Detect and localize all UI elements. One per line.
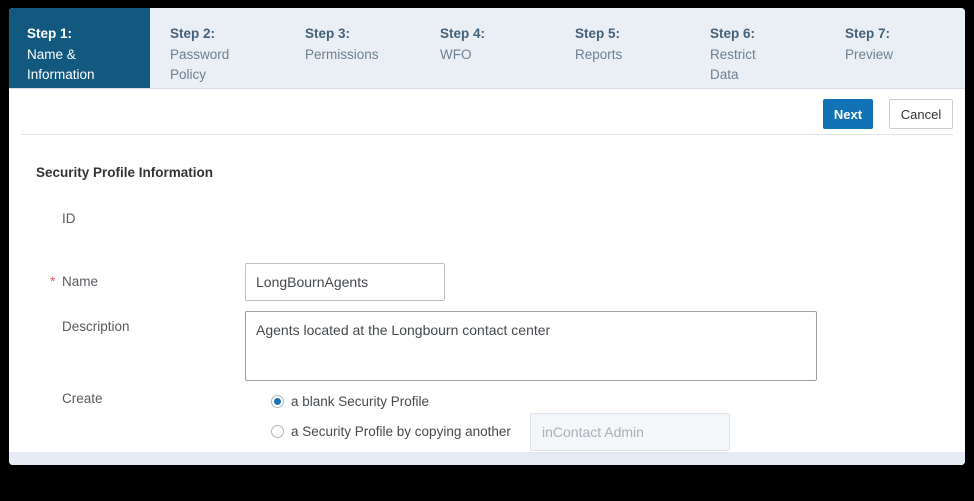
copy-source-select[interactable]: inContact Admin [530, 413, 730, 451]
create-option-blank-label[interactable]: a blank Security Profile [291, 394, 429, 409]
application-window: Step 1: Name & Information Step 2: Passw… [0, 0, 974, 501]
step-tab-4-number: Step 4: [440, 26, 486, 41]
step-tab-3-label: Permissions [305, 47, 379, 62]
step-tab-5[interactable]: Step 5: Reports [555, 8, 690, 88]
description-label: Description [62, 319, 130, 334]
section-title: Security Profile Information [36, 165, 214, 180]
step-tab-6-label: Restrict Data [710, 47, 756, 82]
step-tab-6[interactable]: Step 6: Restrict Data [690, 8, 825, 88]
wizard-card: Step 1: Name & Information Step 2: Passw… [9, 8, 965, 465]
step-tab-4[interactable]: Step 4: WFO [420, 8, 555, 88]
wizard-action-bar: Next Cancel [9, 89, 965, 135]
card-bottom-strip [9, 452, 965, 465]
next-button[interactable]: Next [823, 99, 873, 129]
step-tab-3-number: Step 3: [305, 26, 351, 41]
step-tab-3[interactable]: Step 3: Permissions [285, 8, 420, 88]
cancel-button[interactable]: Cancel [889, 99, 953, 129]
step-tab-1-number: Step 1: [27, 26, 73, 41]
radio-blank-profile-icon[interactable] [271, 394, 284, 408]
name-label: Name [62, 274, 99, 289]
step-tab-7[interactable]: Step 7: Preview [825, 8, 960, 88]
id-label: ID [62, 211, 76, 226]
create-label: Create [62, 391, 103, 406]
name-input[interactable] [245, 263, 445, 301]
create-option-copy-label[interactable]: a Security Profile by copying another [291, 424, 511, 439]
form-row-name: * Name [9, 263, 965, 303]
step-tab-7-label: Preview [845, 47, 894, 62]
create-option-blank[interactable]: a blank Security Profile [271, 391, 429, 411]
create-option-copy[interactable]: a Security Profile by copying another [271, 421, 511, 441]
step-tab-6-number: Step 6: [710, 26, 756, 41]
step-tab-5-label: Reports [575, 47, 623, 62]
step-tab-2-label: Password Policy [170, 47, 230, 82]
form-row-create: Create a blank Security Profile a Securi… [9, 387, 965, 457]
name-required-marker: * [50, 273, 56, 289]
description-textarea[interactable]: Agents located at the Longbourn contact … [245, 311, 817, 381]
step-tab-1[interactable]: Step 1: Name & Information [9, 8, 150, 88]
step-tab-bar: Step 1: Name & Information Step 2: Passw… [9, 8, 965, 88]
form-row-id: ID [9, 211, 965, 235]
step-tab-7-number: Step 7: [845, 26, 891, 41]
step-tab-1-label: Name & Information [27, 47, 95, 82]
step-tab-5-number: Step 5: [575, 26, 621, 41]
form-row-description: Description Agents located at the Longbo… [9, 311, 965, 385]
radio-copy-profile-icon[interactable] [271, 424, 284, 438]
security-profile-form: Security Profile Information ID * Name D… [9, 135, 965, 465]
step-tab-2-number: Step 2: [170, 26, 216, 41]
step-tab-2[interactable]: Step 2: Password Policy [150, 8, 285, 88]
step-tab-4-label: WFO [440, 47, 472, 62]
